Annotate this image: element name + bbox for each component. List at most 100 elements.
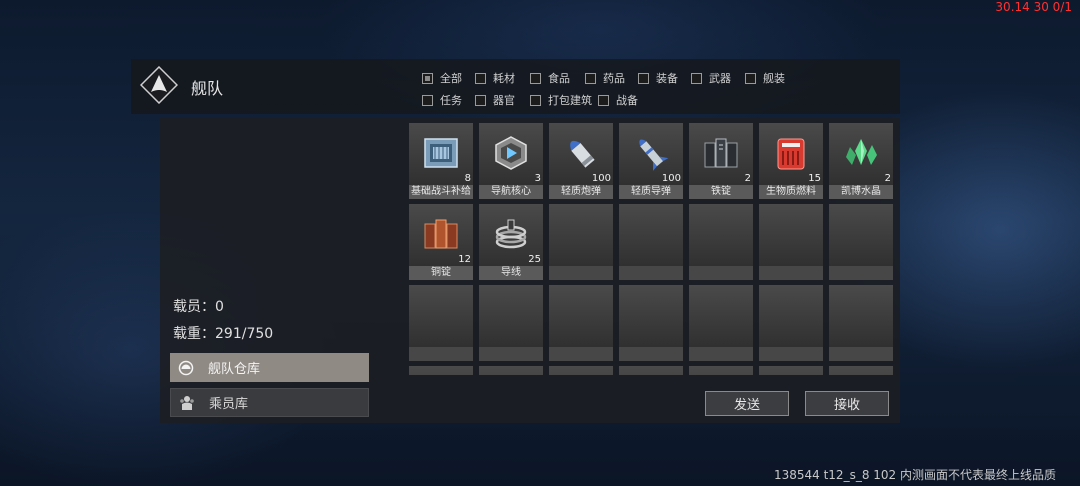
item-count: 100 [591,173,611,184]
item-name: 导线 [479,266,543,280]
empty-slot[interactable] [689,366,753,375]
empty-slot[interactable] [759,285,823,361]
item-name: 轻质炮弹 [549,185,613,199]
checkbox-icon[interactable] [475,94,486,106]
inventory-slot[interactable]: 8 基础战斗补给 [409,123,473,199]
filter-equipment[interactable]: 装备 [638,70,678,86]
empty-slot[interactable] [829,285,893,361]
checkbox-icon[interactable] [422,94,433,106]
empty-slot[interactable] [549,204,613,280]
empty-slot[interactable] [479,366,543,375]
filter-label: 全部 [440,72,462,85]
empty-slot[interactable] [619,285,683,361]
checkbox-icon[interactable] [745,72,756,84]
empty-slot[interactable] [409,285,473,361]
inventory-slot[interactable]: 15 生物质燃料 [759,123,823,199]
filter-medicine[interactable]: 药品 [585,70,625,86]
empty-slot[interactable] [689,204,753,280]
inventory-grid: 8 基础战斗补给 3 导航核心 100 轻质炮弹 100 轻质导弹 2 铁锭 1… [409,123,894,375]
inventory-slot[interactable]: 2 凯博水晶 [829,123,893,199]
inventory-slot[interactable]: 3 导航核心 [479,123,543,199]
item-count: 2 [744,173,751,184]
checkbox-icon[interactable] [530,94,541,106]
filter-label: 战备 [616,94,638,107]
slot-background: 100 [549,123,613,185]
empty-slot[interactable] [829,204,893,280]
filter-label: 药品 [603,72,625,85]
checkbox-icon[interactable] [585,72,596,84]
fleet-storage-button[interactable]: 舰队仓库 [170,353,369,382]
crew-count: 载员：0 [173,299,224,315]
slot-background [549,285,613,347]
slot-label-empty [829,347,893,361]
slot-background: 12 [409,204,473,266]
empty-slot[interactable] [549,366,613,375]
checkbox-icon[interactable] [691,72,702,84]
filter-label: 食品 [548,72,570,85]
slot-label-empty [409,347,473,361]
send-button[interactable]: 发送 [705,391,789,416]
slot-background [759,285,823,347]
slot-label-empty [759,266,823,280]
inventory-slot[interactable]: 12 铜锭 [409,204,473,280]
slot-background: 2 [689,123,753,185]
empty-slot[interactable] [759,366,823,375]
empty-slot[interactable] [829,366,893,375]
inventory-slot[interactable]: 100 轻质导弹 [619,123,683,199]
slot-label-empty [549,266,613,280]
checkbox-icon[interactable] [638,72,649,84]
filter-mission[interactable]: 任务 [422,92,462,108]
receive-button[interactable]: 接收 [805,391,889,416]
slot-label-empty [759,347,823,361]
item-name: 轻质导弹 [619,185,683,199]
item-count: 25 [528,254,541,265]
empty-slot[interactable] [689,285,753,361]
empty-slot[interactable] [759,204,823,280]
gauge-icon [178,360,194,376]
fleet-logo-icon [140,66,178,104]
item-count: 15 [808,173,821,184]
filter-organs[interactable]: 器官 [475,92,515,108]
slot-background [409,285,473,347]
slot-label-empty [829,266,893,280]
empty-slot[interactable] [619,366,683,375]
filter-ship-gear[interactable]: 舰装 [745,70,785,86]
filter-weapons[interactable]: 武器 [691,70,731,86]
filter-food[interactable]: 食品 [530,70,570,86]
slot-background [549,204,613,266]
fleet-storage-label: 舰队仓库 [208,362,261,377]
header-panel [131,59,900,114]
filter-combat-readiness[interactable]: 战备 [598,92,638,108]
slot-background [759,366,823,375]
slot-background: 15 [759,123,823,185]
empty-slot[interactable] [619,204,683,280]
missile-icon [639,139,669,171]
filter-label: 舰装 [763,72,785,85]
empty-slot[interactable] [409,366,473,375]
biofuel-icon [777,138,805,170]
slot-background [829,204,893,266]
crew-icon [179,395,195,411]
inventory-slot[interactable]: 2 铁锭 [689,123,753,199]
empty-slot[interactable] [549,285,613,361]
checkbox-icon[interactable] [530,72,541,84]
empty-slot[interactable] [479,285,543,361]
item-name: 生物质燃料 [759,185,823,199]
filter-label: 装备 [656,72,678,85]
slot-background [829,366,893,375]
filter-label: 武器 [709,72,731,85]
inventory-slot[interactable]: 25 导线 [479,204,543,280]
checkbox-icon[interactable] [422,72,433,84]
iron-ingot-icon [704,138,738,168]
crew-storage-button[interactable]: 乘员库 [170,388,369,417]
filter-consumables[interactable]: 耗材 [475,70,515,86]
crew-storage-label: 乘员库 [209,397,249,412]
shell-icon [570,140,595,168]
checkbox-icon[interactable] [475,72,486,84]
slot-background [759,204,823,266]
filter-packed-buildings[interactable]: 打包建筑 [530,92,592,108]
filter-all[interactable]: 全部 [422,70,462,86]
inventory-slot[interactable]: 100 轻质炮弹 [549,123,613,199]
slot-background [619,366,683,375]
checkbox-icon[interactable] [598,94,609,106]
